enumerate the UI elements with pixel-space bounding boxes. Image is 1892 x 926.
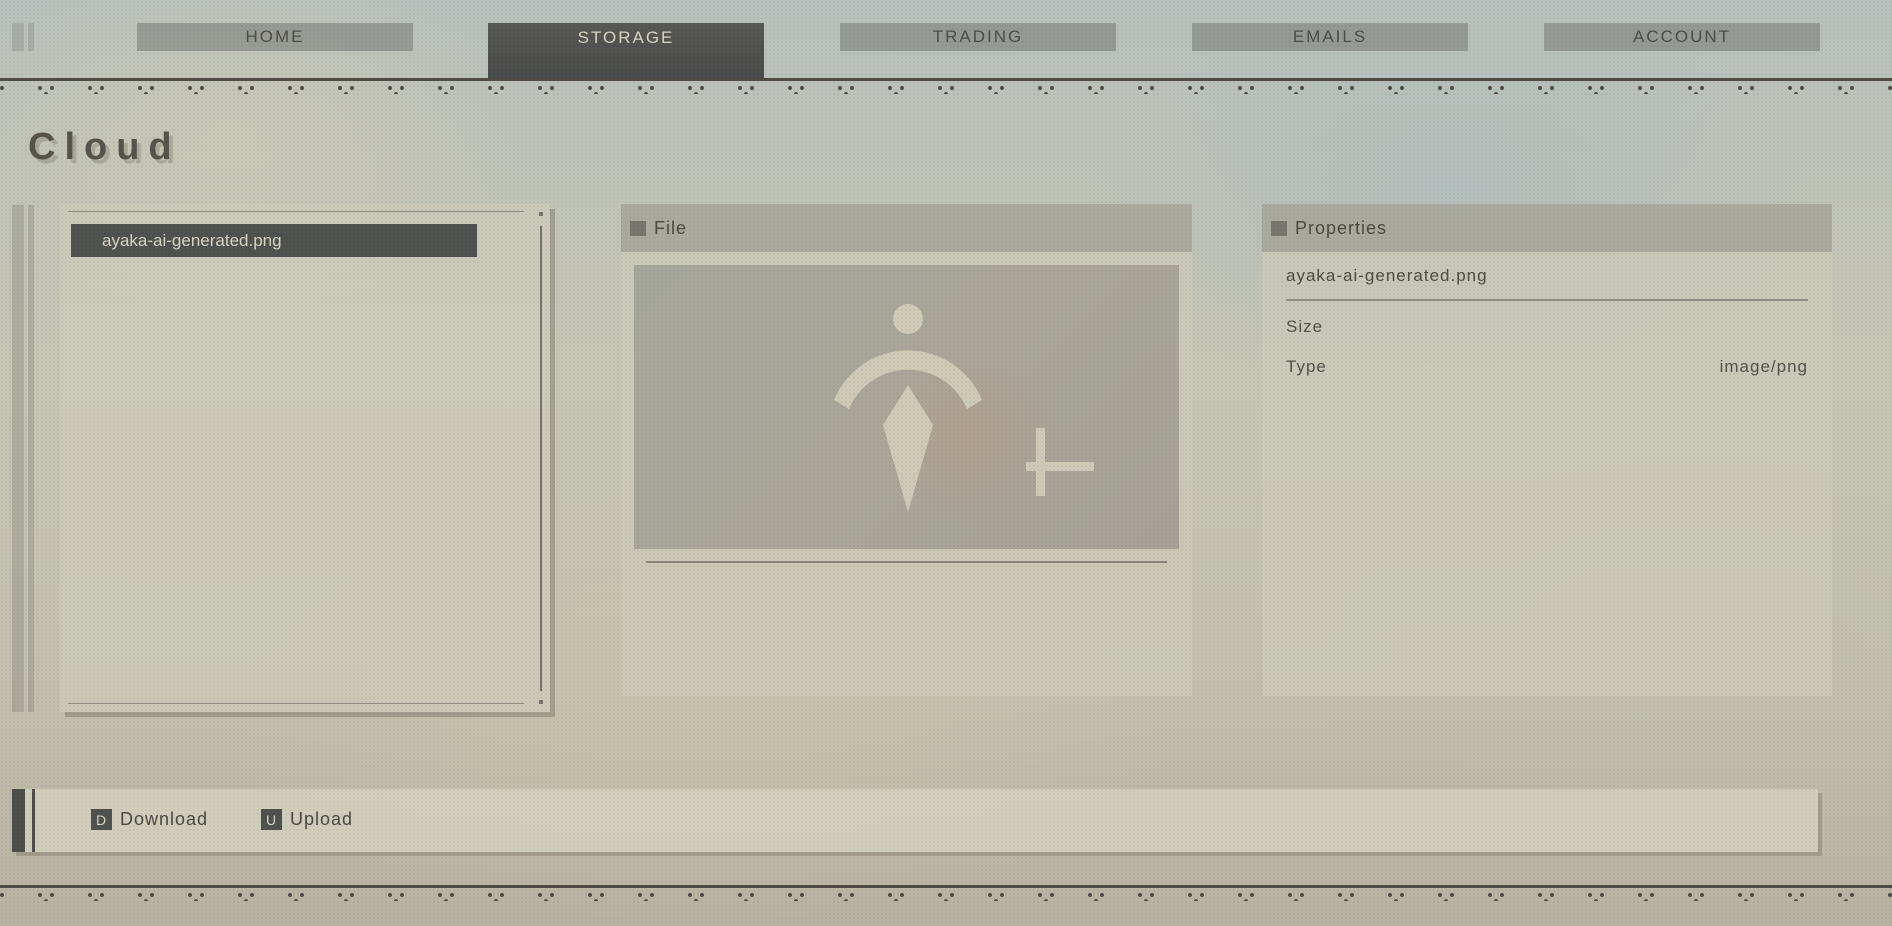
property-row-type: Type image/png (1286, 357, 1808, 377)
properties-divider (1286, 299, 1808, 301)
file-panel: File (621, 204, 1192, 696)
upload-button[interactable]: U Upload (261, 809, 353, 830)
download-label: Download (120, 809, 209, 829)
upload-key-hint: U (261, 809, 282, 830)
property-label: Size (1286, 317, 1324, 336)
file-list-item[interactable]: ayaka-ai-generated.png (71, 224, 477, 257)
tab-storage[interactable]: STORAGE (488, 23, 764, 79)
square-icon (1271, 220, 1287, 236)
side-decoration (28, 205, 34, 712)
nav-decoration (12, 23, 24, 51)
top-divider (0, 78, 1892, 94)
square-icon (630, 220, 646, 236)
download-key-hint: D (91, 809, 112, 830)
property-row-size: Size (1286, 317, 1808, 337)
tab-home[interactable]: HOME (137, 23, 413, 51)
property-filename: ayaka-ai-generated.png (1286, 266, 1488, 285)
bottom-divider (0, 885, 1892, 901)
side-decoration (12, 205, 24, 712)
file-panel-title: File (654, 217, 688, 238)
top-nav: HOME STORAGE TRADING EMAILS ACCOUNT (0, 0, 1892, 80)
nav-decoration (28, 23, 34, 51)
download-button[interactable]: D Download (91, 809, 208, 830)
properties-panel-header: Properties (1262, 204, 1832, 252)
tab-emails[interactable]: EMAILS (1192, 23, 1468, 51)
file-panel-header: File (621, 204, 1192, 252)
upload-label: Upload (290, 809, 354, 829)
action-bar: D Download U Upload (12, 789, 1818, 852)
add-image-placeholder-icon (834, 304, 1094, 512)
preview-divider (646, 561, 1167, 563)
tab-trading[interactable]: TRADING (840, 23, 1116, 51)
property-value: image/png (1719, 357, 1808, 376)
tab-account[interactable]: ACCOUNT (1544, 23, 1820, 51)
file-list-scrollbar[interactable] (540, 226, 542, 691)
properties-panel: Properties ayaka-ai-generated.png Size T… (1262, 204, 1832, 696)
file-preview[interactable] (634, 265, 1179, 549)
file-list: ayaka-ai-generated.png (60, 204, 550, 712)
page-title: Cloud (28, 126, 181, 168)
properties-panel-title: Properties (1295, 217, 1388, 238)
property-label: Type (1286, 357, 1327, 376)
